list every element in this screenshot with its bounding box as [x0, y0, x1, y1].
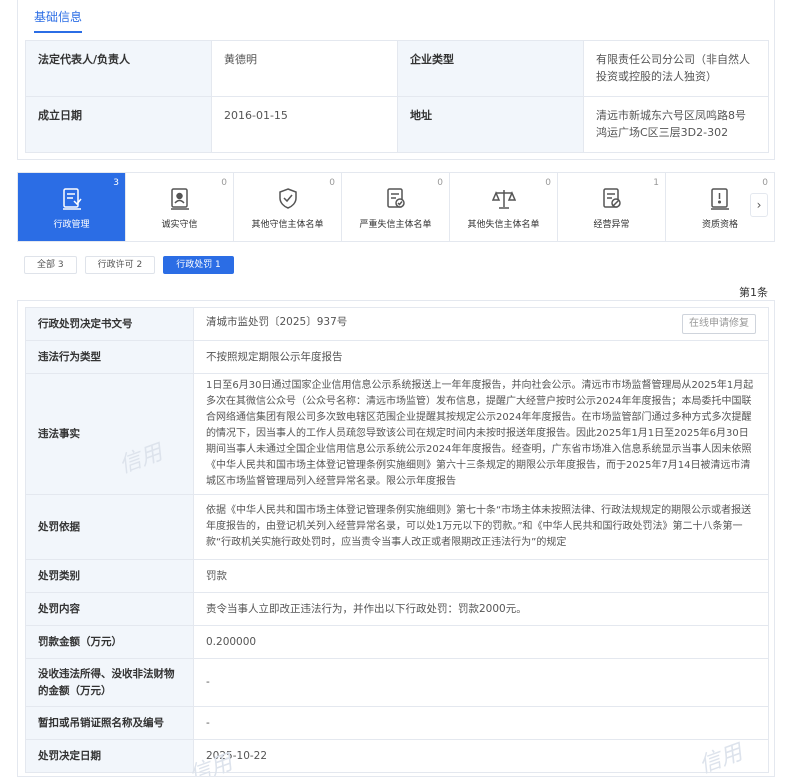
tab-count: 0 — [329, 178, 335, 188]
decision-no-label: 行政处罚决定书文号 — [25, 307, 194, 341]
basic-info-table: 法定代表人/负责人 黄德明 企业类型 有限责任公司分公司（非自然人投资或控股的法… — [25, 40, 769, 153]
license-suspension-label: 暂扣或吊销证照名称及编号 — [25, 706, 194, 740]
filter-permit[interactable]: 行政许可 2 — [84, 256, 156, 274]
license-icon — [711, 188, 729, 210]
founded-date-value: 2016-01-15 — [211, 96, 398, 153]
violation-type-value: 不按照规定期限公示年度报告 — [193, 340, 769, 374]
tab-severe-distrust[interactable]: 0 严重失信主体名单 — [342, 173, 450, 241]
penalty-basis-label: 处罚依据 — [25, 494, 194, 560]
tab-label: 严重失信主体名单 — [359, 220, 432, 230]
tab-admin-management[interactable]: 3 行政管理 — [18, 173, 126, 241]
abnormal-doc-icon — [602, 188, 621, 208]
tab-honesty[interactable]: 0 诚实守信 — [126, 173, 234, 241]
license-suspension-value: - — [193, 706, 769, 740]
penalty-content-label: 处罚内容 — [25, 592, 194, 626]
tab-other-distrust[interactable]: 0 其他失信主体名单 — [450, 173, 558, 241]
tab-label: 资质资格 — [701, 220, 738, 230]
tab-other-trusted[interactable]: 0 其他守信主体名单 — [234, 173, 342, 241]
record-count: 第1条 — [739, 286, 768, 299]
filter-all[interactable]: 全部 3 — [24, 256, 77, 274]
basic-info-panel: 基础信息 法定代表人/负责人 黄德明 企业类型 有限责任公司分公司（非自然人投资… — [17, 0, 775, 160]
tab-count: 0 — [437, 178, 443, 188]
tab-label: 诚实守信 — [161, 220, 198, 230]
filter-penalty[interactable]: 行政处罚 1 — [163, 256, 234, 274]
category-tabs: 3 行政管理 0 诚实守信 0 其他守信主体名单 0 严重失信主体名单 0 其他… — [17, 172, 775, 242]
online-correction-button[interactable]: 在线申请修复 — [682, 314, 756, 334]
penalty-content-value: 责令当事人立即改正违法行为，并作出以下行政处罚：罚款2000元。 — [193, 592, 769, 626]
violation-type-label: 违法行为类型 — [25, 340, 194, 374]
honesty-icon — [170, 188, 189, 210]
tab-business-abnormal[interactable]: 1 经营异常 — [558, 173, 666, 241]
fine-amount-label: 罚款金额（万元） — [25, 625, 194, 659]
tab-count: 1 — [653, 178, 659, 188]
violation-facts-value: 1日至6月30日通过国家企业信用信息公示系统报送上一年年度报告，并向社会公示。清… — [193, 373, 769, 495]
decision-no-value: 清城市监处罚〔2025〕937号 在线申请修复 — [193, 307, 769, 341]
fine-amount-value: 0.200000 — [193, 625, 769, 659]
legal-rep-value: 黄德明 — [211, 40, 398, 97]
tab-count: 0 — [762, 178, 768, 188]
decision-date-value: 2025-10-22 — [193, 739, 769, 773]
penalty-detail-panel: 行政处罚决定书文号 清城市监处罚〔2025〕937号 在线申请修复 违法行为类型 … — [17, 300, 775, 777]
tab-count: 0 — [545, 178, 551, 188]
confiscation-amount-value: - — [193, 658, 769, 707]
confiscation-amount-label: 没收违法所得、没收非法财物的金额（万元） — [25, 658, 194, 707]
penalty-detail-table: 行政处罚决定书文号 清城市监处罚〔2025〕937号 在线申请修复 违法行为类型 … — [25, 307, 769, 773]
company-type-label: 企业类型 — [397, 40, 584, 97]
scale-icon — [491, 190, 516, 209]
founded-date-label: 成立日期 — [25, 96, 212, 153]
tab-label: 其他守信主体名单 — [251, 220, 324, 230]
severe-doc-icon — [386, 188, 405, 208]
filter-chips: 全部 3 行政许可 2 行政处罚 1 — [24, 256, 234, 274]
tab-count: 0 — [221, 178, 227, 188]
penalty-basis-value: 依据《中华人民共和国市场主体登记管理条例实施细则》第七十条“市场主体未按照法律、… — [193, 494, 769, 560]
violation-facts-label: 违法事实 — [25, 373, 194, 495]
tab-label: 其他失信主体名单 — [467, 220, 540, 230]
decision-date-label: 处罚决定日期 — [25, 739, 194, 773]
tab-label: 经营异常 — [593, 220, 630, 230]
tab-count: 3 — [113, 178, 119, 188]
penalty-category-label: 处罚类别 — [25, 559, 194, 593]
address-label: 地址 — [397, 96, 584, 153]
tab-label: 行政管理 — [53, 220, 90, 230]
address-value: 清远市新城东六号区凤鸣路8号鸿运广场C区三层3D2-302 — [583, 96, 769, 153]
penalty-category-value: 罚款 — [193, 559, 769, 593]
tabs-next-arrow-icon[interactable]: › — [750, 193, 768, 217]
shield-check-icon — [278, 188, 297, 209]
legal-rep-label: 法定代表人/负责人 — [25, 40, 212, 97]
admin-doc-icon — [62, 188, 82, 210]
decision-no-text: 清城市监处罚〔2025〕937号 — [206, 316, 348, 328]
basic-info-tab[interactable]: 基础信息 — [34, 8, 83, 33]
company-type-value: 有限责任公司分公司（非自然人投资或控股的法人独资） — [583, 40, 769, 97]
